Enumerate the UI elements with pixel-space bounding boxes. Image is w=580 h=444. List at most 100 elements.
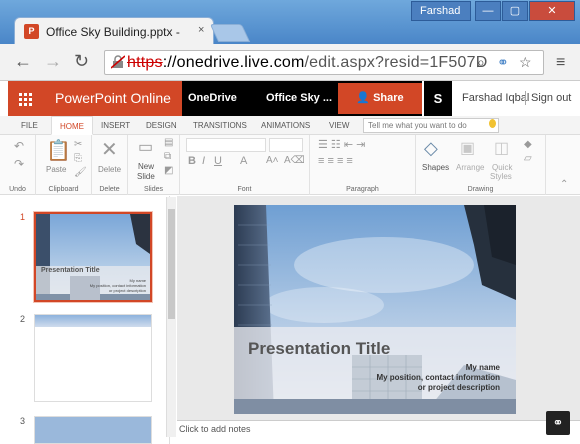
browser-toolbar: ← → ↻ https://onedrive.live.com/edit.asp… — [0, 44, 580, 81]
paste-button[interactable]: Paste — [46, 165, 66, 174]
new-slide-label[interactable]: New — [138, 162, 154, 171]
shapes-button[interactable]: Shapes — [422, 163, 449, 172]
group-clipboard: 📋 Paste ✂ ⎘ 🖌 Clipboard — [36, 135, 92, 195]
person-icon: 👤 — [356, 92, 374, 104]
tab-design[interactable]: DESIGN — [146, 116, 177, 135]
collapse-ribbon-icon[interactable]: ⌃ — [560, 179, 568, 190]
duplicate-icon[interactable]: ⧉ — [164, 151, 171, 162]
group-label-slides: Slides — [143, 186, 164, 193]
tab-animations[interactable]: ANIMATIONS — [261, 116, 310, 135]
group-delete: ✕ Delete Delete — [92, 135, 128, 195]
back-button[interactable]: ← — [14, 51, 32, 72]
italic-icon[interactable]: I — [202, 155, 205, 167]
current-slide[interactable]: Presentation Title My name My position, … — [234, 205, 516, 414]
bullets-icon[interactable]: ☰ ☷ ⇤ ⇥ — [318, 138, 365, 151]
delete-button[interactable]: Delete — [98, 165, 121, 174]
ribbon: ↶ ↷ Undo 📋 Paste ✂ ⎘ 🖌 Clipboard ✕ Delet… — [0, 135, 580, 195]
redo-icon[interactable]: ↷ — [14, 157, 24, 171]
copy-icon[interactable]: ⎘ — [74, 153, 82, 164]
group-undo: ↶ ↷ Undo — [0, 135, 36, 195]
arrange-icon[interactable]: ▣ — [460, 138, 475, 158]
grow-font-icon[interactable]: A˄ — [266, 155, 279, 166]
fill-icon[interactable]: ◆ — [524, 139, 532, 150]
link-icon[interactable]: ⚭ — [546, 411, 570, 435]
tab-transitions[interactable]: TRANSITIONS — [193, 116, 247, 135]
tab-close-icon[interactable]: × — [198, 24, 204, 36]
group-drawing: ◇ Shapes ▣ Arrange ◫ Quick Styles ◆ ▱ Dr… — [416, 135, 546, 195]
font-color-icon[interactable]: A — [240, 155, 247, 167]
notes-pane[interactable]: Click to add notes — [177, 420, 580, 444]
tab-file[interactable]: FILE — [21, 116, 38, 135]
browser-profile-button[interactable]: Farshad — [411, 1, 471, 21]
bookmark-star-icon[interactable]: ☆ — [519, 54, 532, 71]
arrange-button[interactable]: Arrange — [456, 163, 484, 172]
slide-number: 3 — [20, 416, 26, 426]
breadcrumb-onedrive[interactable]: OneDrive — [188, 81, 237, 116]
sign-out-link[interactable]: Sign out — [531, 92, 571, 104]
delete-icon[interactable]: ✕ — [101, 137, 118, 162]
minimize-button[interactable]: — — [475, 1, 501, 21]
share-button[interactable]: 👤 Share — [338, 83, 422, 114]
scrollbar-thumb[interactable] — [168, 209, 175, 319]
align-icon[interactable]: ≡ ≡ ≡ ≡ — [318, 155, 353, 167]
tab-view[interactable]: VIEW — [329, 116, 349, 135]
font-name-select[interactable] — [186, 138, 266, 152]
slide-number: 2 — [20, 314, 26, 324]
group-label-font: Font — [237, 186, 252, 193]
zoom-icon[interactable]: ⌕ — [477, 54, 485, 71]
thumbnail-image — [35, 315, 151, 401]
browser-menu-icon[interactable]: ≡ — [556, 54, 565, 72]
ribbon-tabs: FILE HOME INSERT DESIGN TRANSITIONS ANIM… — [0, 116, 580, 135]
slide-thumbnail-1[interactable]: Presentation Title My name My position, … — [33, 211, 153, 303]
slide-thumbnail-2[interactable] — [34, 314, 152, 402]
paste-icon[interactable]: 📋 — [46, 138, 71, 163]
slide-thumbnail-3[interactable] — [34, 416, 152, 444]
url-text: https://onedrive.live.com/edit.aspx?resi… — [127, 54, 488, 71]
hide-slide-icon[interactable]: ◩ — [164, 165, 173, 176]
user-name[interactable]: Farshad Iqbal — [462, 92, 529, 104]
tab-title: Office Sky Building.pptx - — [46, 25, 180, 39]
breadcrumb-file[interactable]: Office Sky ... — [266, 81, 332, 116]
extension-icon[interactable]: ⚭ — [497, 54, 509, 71]
new-slide-label2[interactable]: Slide — [137, 172, 155, 181]
group-label-paragraph: Paragraph — [346, 186, 379, 193]
skype-icon[interactable]: S — [424, 81, 452, 116]
font-size-select[interactable] — [269, 138, 303, 152]
underline-icon[interactable]: U — [214, 155, 222, 167]
thumbnail-scrollbar[interactable] — [166, 197, 176, 437]
slide-title[interactable]: Presentation Title — [248, 339, 390, 359]
outline-icon[interactable]: ▱ — [524, 153, 532, 164]
tab-home[interactable]: HOME — [51, 116, 93, 135]
group-label-undo: Undo — [9, 186, 26, 193]
reload-button[interactable]: ↻ — [74, 51, 89, 72]
cut-icon[interactable]: ✂ — [74, 139, 82, 150]
layout-icon[interactable]: ▤ — [164, 137, 173, 148]
quick-styles-icon[interactable]: ◫ — [494, 138, 509, 158]
bold-icon[interactable]: B — [188, 155, 196, 167]
app-launcher-button[interactable] — [8, 81, 42, 116]
undo-icon[interactable]: ↶ — [14, 139, 24, 153]
group-font: B I U A A˄ A⌫ Font — [180, 135, 310, 195]
divider — [525, 91, 526, 105]
format-painter-icon[interactable]: 🖌 — [74, 167, 87, 178]
shapes-icon[interactable]: ◇ — [424, 138, 438, 159]
share-label: Share — [373, 92, 404, 104]
clear-format-icon[interactable]: A⌫ — [284, 155, 305, 166]
address-bar[interactable]: https://onedrive.live.com/edit.aspx?resi… — [104, 50, 544, 75]
group-slides: ▭ New Slide ▤ ⧉ ◩ Slides — [128, 135, 180, 195]
maximize-button[interactable]: ▢ — [502, 1, 528, 21]
tab-insert[interactable]: INSERT — [101, 116, 130, 135]
quick-styles-label2[interactable]: Styles — [490, 172, 512, 181]
quick-styles-label[interactable]: Quick — [492, 163, 512, 172]
new-slide-icon[interactable]: ▭ — [138, 137, 153, 157]
slide-number: 1 — [20, 212, 26, 222]
close-window-button[interactable]: ✕ — [529, 1, 575, 21]
group-label-drawing: Drawing — [467, 186, 494, 193]
app-header: PowerPoint Online OneDrive Office Sky ..… — [0, 81, 580, 116]
tell-me-input[interactable]: Tell me what you want to do — [363, 118, 499, 133]
forward-button[interactable]: → — [44, 51, 62, 72]
browser-tab[interactable]: P Office Sky Building.pptx - × — [14, 17, 214, 44]
app-brand[interactable]: PowerPoint Online — [42, 81, 182, 116]
slide-subtitle[interactable]: My name My position, contact information… — [376, 363, 500, 393]
new-tab-button[interactable] — [209, 24, 251, 42]
